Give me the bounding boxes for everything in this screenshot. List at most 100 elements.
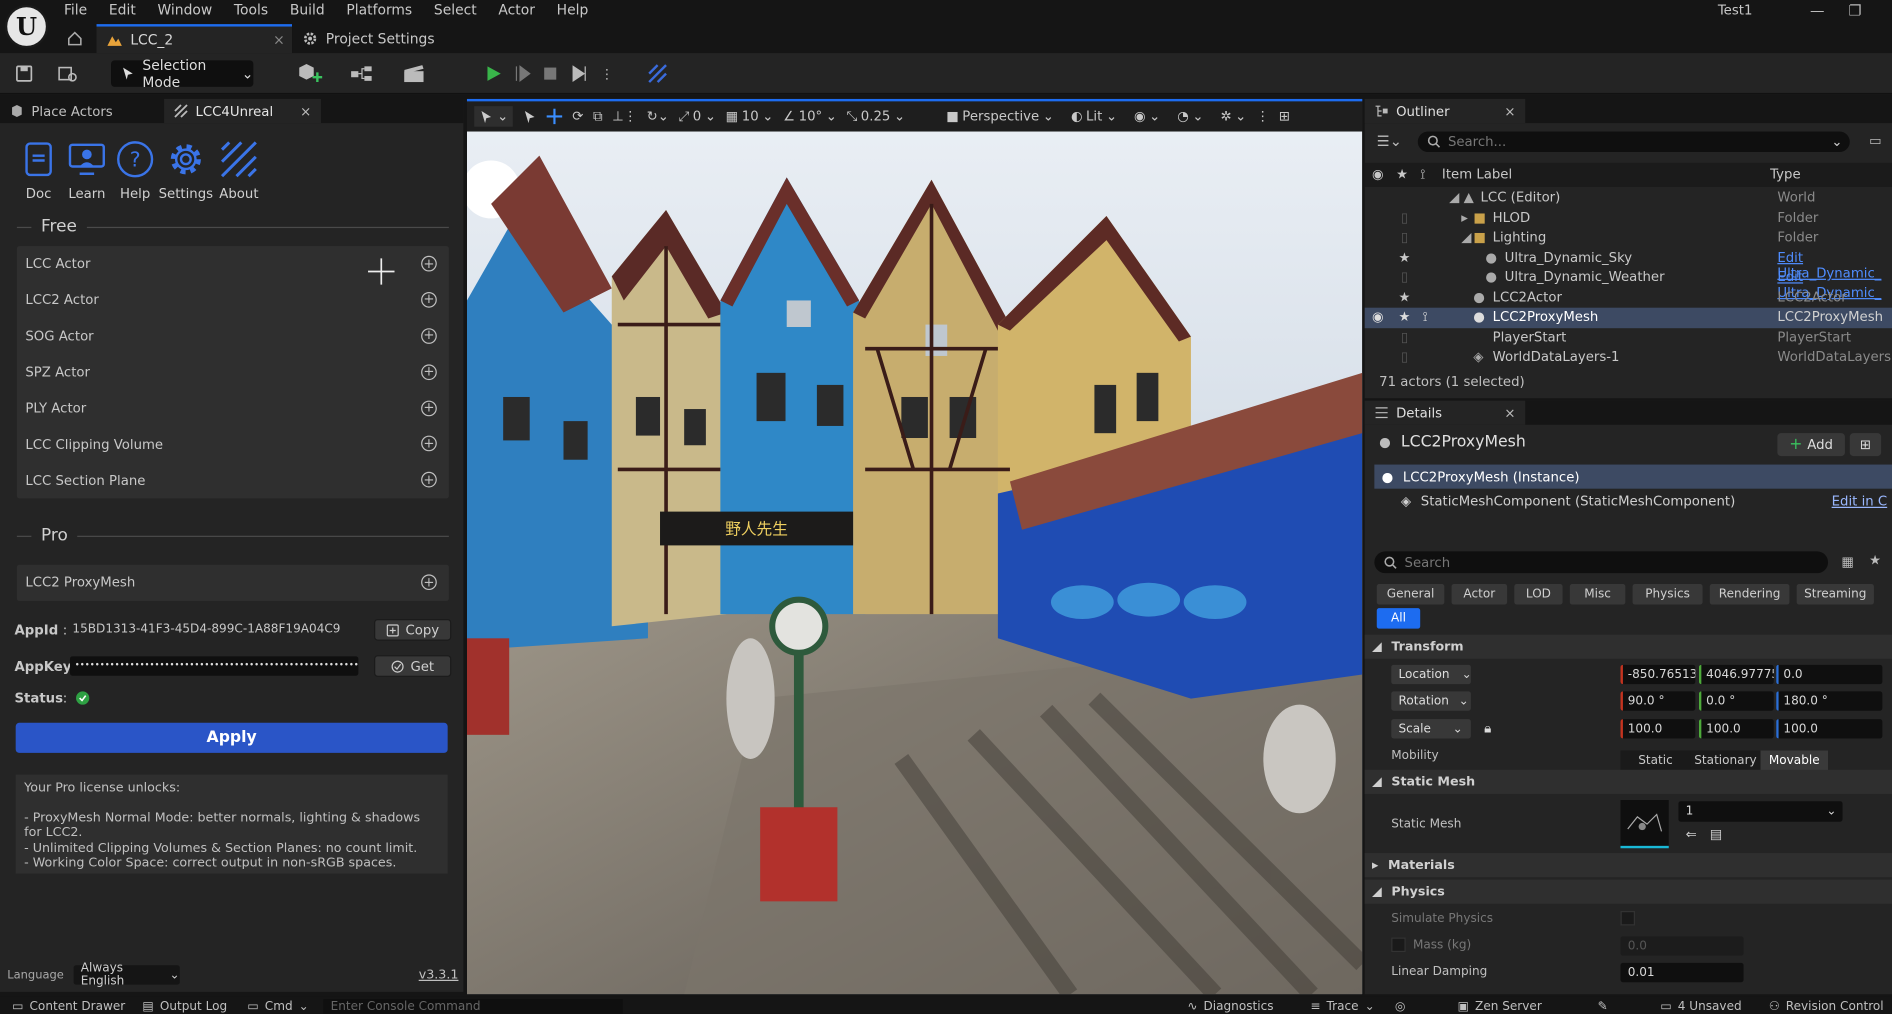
mobility-stationary[interactable]: Stationary <box>1690 750 1761 772</box>
angle-snap-toggle[interactable]: ∠ 10° ⌄ <box>783 109 837 125</box>
add-circle-icon[interactable]: + <box>421 574 437 591</box>
menu-help[interactable]: Help <box>546 0 599 19</box>
add-circle-icon[interactable]: + <box>421 255 437 272</box>
close-icon[interactable]: × <box>1504 405 1515 421</box>
appkey-input[interactable]: ••••••••••••••••••••••••••••••••••••••••… <box>69 656 359 676</box>
scale-icon[interactable]: ⧉ <box>593 108 602 125</box>
visibility-eye-icon[interactable]: ◉ <box>1372 167 1384 183</box>
cinematics-icon[interactable] <box>401 62 437 86</box>
location-x-field[interactable]: -850.765138 <box>1620 664 1696 685</box>
project-settings-tab[interactable]: Project Settings <box>302 30 435 47</box>
world-local-icon[interactable]: ↻⌄ <box>647 109 669 125</box>
transform-tools-dropdown[interactable]: ⌄ <box>474 106 514 127</box>
visibility-eye-icon[interactable]: ◉ <box>1372 309 1384 325</box>
filter-actor[interactable]: Actor <box>1451 584 1508 605</box>
rotate-icon[interactable]: ⟳ <box>572 109 583 125</box>
add-circle-icon[interactable]: + <box>421 436 437 452</box>
materials-category[interactable]: ▸ Materials <box>1364 853 1892 878</box>
static-mesh-category[interactable]: ◢ Static Mesh <box>1364 769 1892 794</box>
scale-y-field[interactable]: 100.0 <box>1698 719 1774 739</box>
details-search-input[interactable]: Search <box>1374 551 1829 574</box>
table-row[interactable]: ▯ ◢ ■ Lighting Folder <box>1365 228 1892 248</box>
rotate-snap-toggle[interactable]: ⤢ 0 ⌄ <box>679 108 716 125</box>
physics-category[interactable]: ◢ Physics <box>1364 879 1892 904</box>
menu-actor[interactable]: Actor <box>488 0 546 19</box>
list-item-spz-actor[interactable]: SPZ Actor + <box>17 354 449 390</box>
save-icon[interactable] <box>12 62 36 86</box>
rotation-y-field[interactable]: 0.0 ° <box>1698 691 1774 711</box>
add-circle-icon[interactable]: + <box>421 400 437 416</box>
filter-physics[interactable]: Physics <box>1632 584 1703 605</box>
table-row[interactable]: ◢ ▲ LCC (Editor) World <box>1365 188 1892 208</box>
rotation-dropdown[interactable]: Rotation ⌄ <box>1391 691 1471 711</box>
filter-misc[interactable]: Misc <box>1569 584 1626 605</box>
output-log-button[interactable]: ▤ Output Log <box>142 1000 227 1013</box>
add-actor-icon[interactable] <box>294 62 328 86</box>
lit-dropdown[interactable]: ◐ Lit ⌄ <box>1071 109 1117 125</box>
scale-x-field[interactable]: 100.0 <box>1620 719 1696 739</box>
select-mode-icon[interactable] <box>523 109 537 123</box>
play-icon[interactable] <box>483 63 505 85</box>
close-icon[interactable]: × <box>273 31 285 48</box>
actor-name[interactable]: LCC2ProxyMesh <box>1401 433 1526 451</box>
table-row-selected[interactable]: ◉ ★ ⟟ ● LCC2ProxyMesh LCC2ProxyMesh <box>1364 307 1892 328</box>
menu-window[interactable]: Window <box>147 0 223 19</box>
filter-icon[interactable]: ☰⌄ <box>1377 133 1402 150</box>
tab-place-actors[interactable]: Place Actors <box>0 99 164 123</box>
menu-select[interactable]: Select <box>423 0 488 19</box>
filter-all[interactable]: All <box>1376 608 1421 629</box>
filter-streaming[interactable]: Streaming <box>1796 584 1874 605</box>
list-item-lcc2-actor[interactable]: LCC2 Actor + <box>17 282 449 318</box>
tab-details[interactable]: Details × <box>1364 400 1526 425</box>
star-icon[interactable]: ★ <box>1398 250 1410 266</box>
rotation-x-field[interactable]: 90.0 ° <box>1620 691 1696 711</box>
step-icon[interactable] <box>512 63 534 85</box>
star-icon[interactable]: ★ <box>1396 167 1408 183</box>
list-item-sog-actor[interactable]: SOG Actor + <box>17 318 449 354</box>
browse-folder-icon[interactable]: ▤ <box>1710 827 1723 843</box>
scale-dropdown[interactable]: Scale ⌄ <box>1391 719 1471 739</box>
tab-outliner[interactable]: Outliner × <box>1364 98 1526 124</box>
level-viewport[interactable]: ⌄ ⟳ ⧉ ⊥⋮ ↻⌄ ⤢ 0 ⌄ ▦ 10 ⌄ ∠ 10° ⌄ ⤡ 0.25 ⌄ ■ P… <box>466 98 1363 995</box>
selection-mode-dropdown[interactable]: Selection Mode ⌄ <box>111 57 254 90</box>
source-control-icon[interactable]: ✎ <box>1598 1000 1608 1013</box>
cmd-dropdown[interactable]: ▭ Cmd ⌄ <box>247 1000 308 1013</box>
table-row[interactable]: ▯ ● Ultra_Dynamic_Weather Edit Ultra_Dynami… <box>1365 268 1892 300</box>
column-item-label[interactable]: Item Label <box>1442 167 1512 183</box>
settings-button[interactable]: Settings <box>159 140 213 202</box>
performance-dropdown[interactable]: ◔ ⌄ <box>1177 109 1203 125</box>
list-item-lcc2-proxymesh[interactable]: LCC2 ProxyMesh + <box>17 565 449 601</box>
unsaved-button[interactable]: ▭ 4 Unsaved <box>1660 1000 1741 1013</box>
location-dropdown[interactable]: Location ⌄ <box>1391 664 1472 685</box>
show-flags-dropdown[interactable]: ◉ ⌄ <box>1134 109 1160 125</box>
hidden-icon[interactable]: ▯ <box>1401 349 1408 365</box>
add-circle-icon[interactable]: + <box>421 472 437 488</box>
zen-server-button[interactable]: ▣ Zen Server <box>1458 1000 1542 1013</box>
column-type[interactable]: Type <box>1770 167 1800 183</box>
pin-icon[interactable]: ⟟ <box>1420 167 1425 184</box>
add-circle-icon[interactable]: + <box>421 327 437 344</box>
help-button[interactable]: ? Help <box>111 140 159 202</box>
linear-damping-field[interactable]: 0.01 <box>1620 962 1744 983</box>
star-icon[interactable]: ★ <box>1398 290 1410 306</box>
menu-edit[interactable]: Edit <box>98 0 147 19</box>
viewport-settings-dropdown[interactable]: ✲ ⌄ <box>1220 109 1246 125</box>
eject-icon[interactable] <box>568 63 590 85</box>
unreal-logo-icon[interactable]: U <box>4 4 49 49</box>
add-component-button[interactable]: + Add <box>1777 433 1845 457</box>
add-circle-icon[interactable]: + <box>421 291 437 308</box>
favorite-star-icon[interactable]: ★ <box>1869 553 1881 569</box>
level-tab[interactable]: LCC_2 × <box>96 24 293 54</box>
language-dropdown[interactable]: Always English ⌄ <box>73 962 180 988</box>
table-row[interactable]: ▯ ▸ ■ HLOD Folder <box>1365 209 1892 229</box>
doc-button[interactable]: Doc <box>14 140 62 202</box>
menu-tools[interactable]: Tools <box>223 0 279 19</box>
get-button[interactable]: Get <box>374 655 452 677</box>
restore-icon[interactable]: ❐ <box>1849 2 1862 19</box>
use-selected-icon[interactable]: ⇐ <box>1686 827 1697 843</box>
scene-render[interactable]: 野人先生 <box>466 131 1363 995</box>
close-icon[interactable]: × <box>300 103 311 119</box>
derived-data-icon[interactable]: ◎ <box>1395 1000 1406 1013</box>
outliner-search-input[interactable]: Search... ⌄ <box>1417 131 1850 153</box>
diagnostics-button[interactable]: ∿ Diagnostics <box>1187 1000 1273 1013</box>
